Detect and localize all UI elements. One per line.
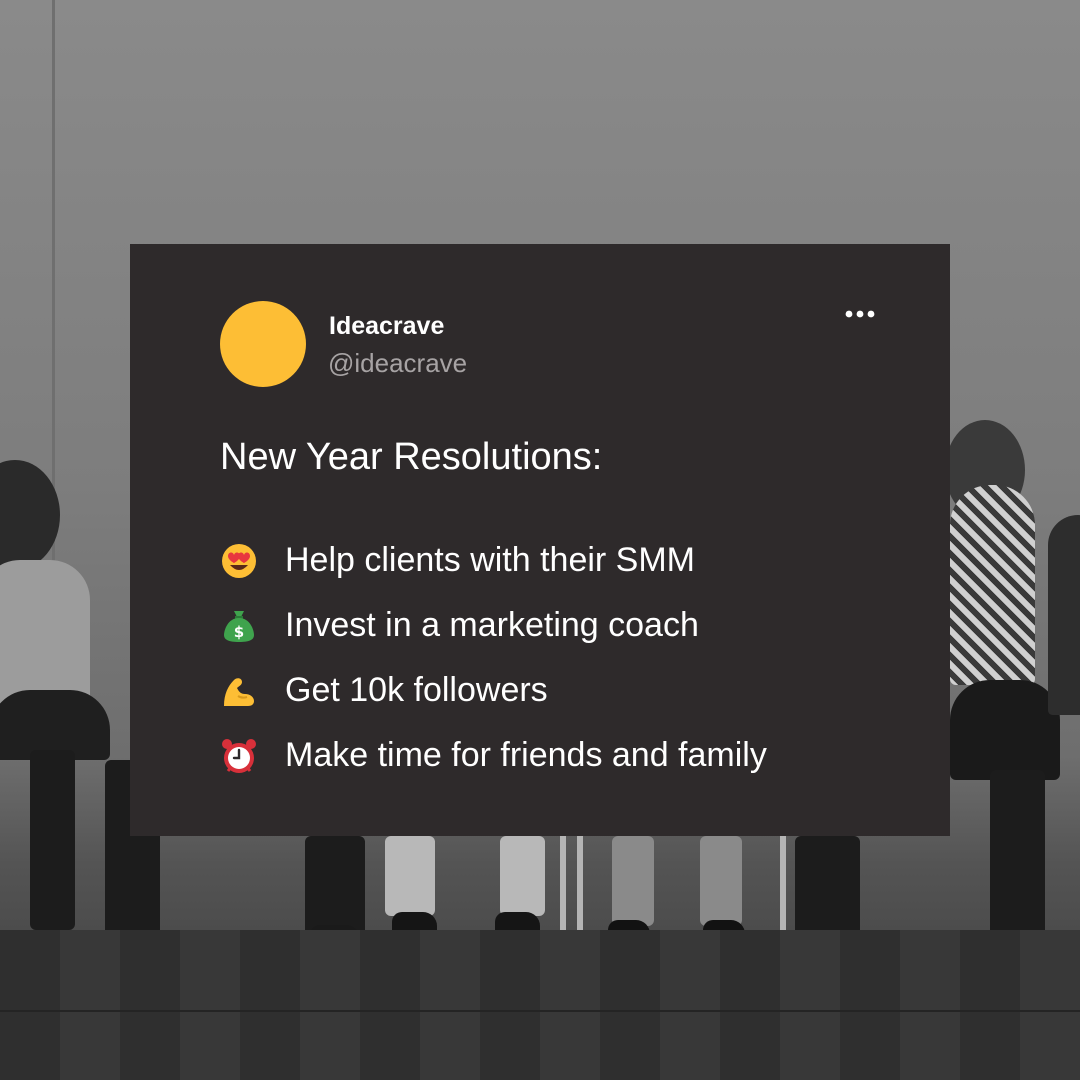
person-right-body [950,485,1035,685]
floor-line [0,1010,1080,1012]
post-card: Ideacrave @ideacrave New Year Resolution… [130,244,950,836]
list-item-text: Make time for friends and family [285,736,767,774]
list-item: Get 10k followers [218,658,767,723]
list-item: $ Invest in a marketing coach [218,593,767,658]
list-item: Make time for friends and family [218,723,767,788]
author-name[interactable]: Ideacrave [329,312,444,341]
person-mid5-leg [700,836,742,926]
author-handle[interactable]: @ideacrave [328,348,467,379]
person-right-lap [950,680,1060,780]
person-mid1-leg [305,836,365,936]
person-left-leg [30,750,75,930]
list-item-text: Invest in a marketing coach [285,606,699,644]
avatar[interactable] [220,301,306,387]
alarm-clock-emoji-icon [218,735,260,777]
person-left-head [0,460,60,570]
svg-text:$: $ [234,623,244,641]
money-bag-emoji-icon: $ [218,605,260,647]
list-item: Help clients with their SMM [218,528,767,593]
flexed-biceps-emoji-icon [218,670,260,712]
resolution-list: Help clients with their SMM $ Invest in … [218,528,767,788]
floor [0,930,1080,1080]
person-mid3-leg [500,836,545,916]
person-mid2-leg [385,836,435,916]
post-title: New Year Resolutions: [220,436,603,478]
person-far-right-body [1048,515,1080,715]
heart-eyes-emoji-icon [218,540,260,582]
more-options-icon[interactable] [844,308,876,320]
person-mid4-leg [612,836,654,926]
list-item-text: Help clients with their SMM [285,541,696,579]
list-item-text: Get 10k followers [285,671,548,709]
